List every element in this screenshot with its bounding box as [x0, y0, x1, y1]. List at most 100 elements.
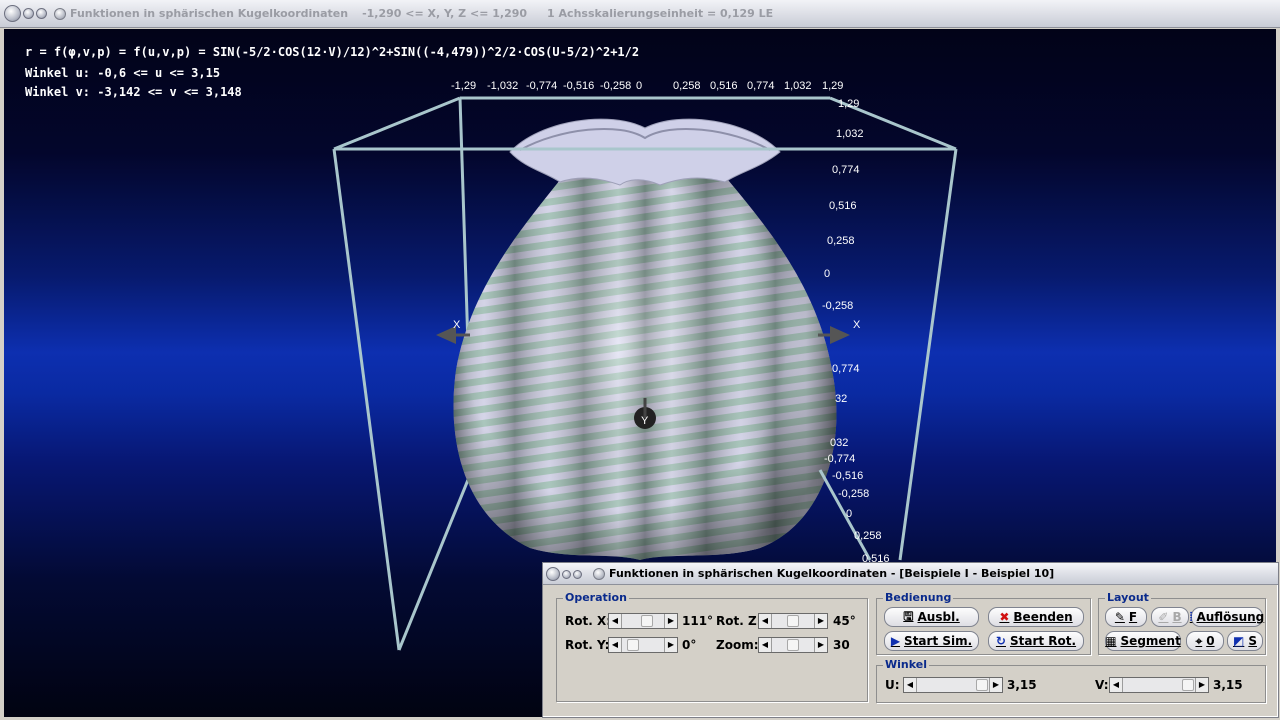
operation-group-title: Operation — [563, 591, 629, 604]
z-tick-label: 1,29 — [838, 98, 859, 110]
f-button[interactable]: ✎ F — [1105, 607, 1147, 627]
x-tick-label: -1,032 — [487, 80, 518, 92]
rot-y-left-arrow[interactable]: ◀ — [609, 638, 622, 652]
layout-group: Layout ✎ F ✐ B ⦙ Auflösung ▦ Segment ⌖ 0 ◩ S — [1098, 591, 1266, 655]
minimize-button[interactable] — [23, 8, 34, 19]
window-title-range: -1,290 <= X, Y, Z <= 1,290 — [362, 7, 528, 20]
eraser-icon: ◩ — [1233, 634, 1245, 648]
f-label: F — [1128, 610, 1138, 624]
zoom-thumb[interactable] — [787, 639, 799, 651]
b-button[interactable]: ✐ B — [1151, 607, 1189, 627]
zoom-slider[interactable]: ◀ ▶ — [758, 637, 828, 653]
start-rot-label: Start Rot. — [1009, 634, 1077, 648]
dialog-minimize-button[interactable] — [562, 570, 571, 579]
dialog-window-controls — [546, 567, 582, 581]
rot-x-right-arrow[interactable]: ▶ — [664, 614, 677, 628]
dialog-title: Funktionen in sphärischen Kugelkoordinat… — [609, 567, 1055, 580]
z-tick-label: 0,516 — [829, 200, 857, 212]
close-button[interactable] — [4, 5, 21, 22]
title-bar[interactable]: Funktionen in sphärischen Kugelkoordinat… — [0, 0, 1280, 28]
dialog-close-button[interactable] — [546, 567, 560, 581]
dialog-title-bar[interactable]: Funktionen in sphärischen Kugelkoordinat… — [543, 563, 1278, 585]
winkel-v-slider[interactable]: ◀ ▶ — [1109, 677, 1209, 693]
x-tick-label: -0,258 — [600, 80, 631, 92]
rot-x-value: 111° — [682, 614, 714, 628]
y-tick-label: 0,774 — [832, 363, 860, 375]
control-dialog: Funktionen in sphärischen Kugelkoordinat… — [542, 562, 1279, 718]
rot-z-thumb[interactable] — [787, 615, 799, 627]
aufloesung-label: Auflösung — [1196, 610, 1265, 624]
winkel-v-label: V: — [1095, 678, 1109, 692]
rot-y-value: 0° — [682, 638, 697, 652]
zero-button[interactable]: ⌖ 0 — [1186, 631, 1224, 651]
bedienung-group-title: Bedienung — [883, 591, 954, 604]
dialog-maximize-button[interactable] — [573, 570, 582, 579]
z-tick-label: 0,774 — [832, 164, 860, 176]
winkel-v-left-arrow[interactable]: ◀ — [1110, 678, 1123, 692]
rot-x-left-arrow[interactable]: ◀ — [609, 614, 622, 628]
crosshair-icon: ⌖ — [1195, 633, 1203, 648]
winkel-group: Winkel U: ◀ ▶ 3,15 V: ◀ ▶ 3,15 — [876, 658, 1266, 703]
layout-group-title: Layout — [1105, 591, 1151, 604]
x-tick-label: 1,032 — [784, 80, 812, 92]
vase-surface — [453, 118, 837, 560]
x-tick-label: 0 — [636, 80, 642, 92]
aufloesung-button[interactable]: ⦙ Auflösung — [1190, 607, 1265, 627]
dialog-icon — [593, 568, 605, 580]
zoom-left-arrow[interactable]: ◀ — [759, 638, 772, 652]
x-tick-label: -1,29 — [451, 80, 476, 92]
segment-button[interactable]: ▦ Segment — [1105, 631, 1181, 651]
beenden-label: Beenden — [1013, 610, 1073, 624]
rot-x-slider[interactable]: ◀ ▶ — [608, 613, 678, 629]
s-button[interactable]: ◩ S — [1227, 631, 1263, 651]
rot-z-slider[interactable]: ◀ ▶ — [758, 613, 828, 629]
exit-icon: ✖ — [999, 610, 1010, 624]
winkel-u-left-arrow[interactable]: ◀ — [904, 678, 917, 692]
segment-label: Segment — [1120, 634, 1181, 648]
winkel-u-right-arrow[interactable]: ▶ — [989, 678, 1002, 692]
x-axis-label-right: X — [853, 319, 861, 331]
winkel-v-thumb[interactable] — [1182, 679, 1194, 691]
window-controls — [4, 5, 47, 22]
rot-y-slider[interactable]: ◀ ▶ — [608, 637, 678, 653]
rot-z-left-arrow[interactable]: ◀ — [759, 614, 772, 628]
start-sim-button[interactable]: ▶ Start Sim. — [884, 631, 979, 651]
app-icon — [54, 8, 66, 20]
ausbl-label: Ausbl. — [917, 610, 960, 624]
winkel-u-thumb[interactable] — [976, 679, 988, 691]
winkel-v-value: 3,15 — [1213, 678, 1243, 692]
start-sim-label: Start Sim. — [904, 634, 973, 648]
rot-z-value: 45° — [833, 614, 856, 628]
rot-x-label: Rot. X: — [565, 614, 612, 628]
zero-label: 0 — [1206, 634, 1215, 648]
x-tick-label: 1,29 — [822, 80, 843, 92]
start-rot-button[interactable]: ↻ Start Rot. — [988, 631, 1084, 651]
z-tick-label: 1,032 — [836, 128, 864, 140]
s-label: S — [1248, 634, 1257, 648]
b-label: B — [1172, 610, 1182, 624]
y-tick-label: -0,774 — [824, 453, 855, 465]
winkel-v-right-arrow[interactable]: ▶ — [1195, 678, 1208, 692]
beenden-button[interactable]: ✖ Beenden — [988, 607, 1084, 627]
zoom-value: 30 — [833, 638, 850, 652]
rot-x-thumb[interactable] — [641, 615, 653, 627]
main-window: Funktionen in sphärischen Kugelkoordinat… — [0, 0, 1280, 720]
winkel-u-slider[interactable]: ◀ ▶ — [903, 677, 1003, 693]
rot-z-right-arrow[interactable]: ▶ — [814, 614, 827, 628]
rot-z-label: Rot. Z: — [716, 614, 762, 628]
grid-icon: ▦ — [1105, 634, 1117, 648]
bedienung-group: Bedienung 🖫 Ausbl. ✖ Beenden ▶ Start Sim. ↻… — [876, 591, 1091, 655]
y-tick-label: -0,258 — [838, 488, 869, 500]
x-tick-label: 0,774 — [747, 80, 775, 92]
rot-y-thumb[interactable] — [627, 639, 639, 651]
x-tick-label: -0,516 — [563, 80, 594, 92]
maximize-button[interactable] — [36, 8, 47, 19]
zoom-right-arrow[interactable]: ▶ — [814, 638, 827, 652]
pencil-icon: ✎ — [1114, 610, 1125, 624]
y-tick-label: 32 — [835, 393, 847, 405]
rot-y-label: Rot. Y: — [565, 638, 610, 652]
ausbl-button[interactable]: 🖫 Ausbl. — [884, 607, 979, 627]
x-tick-label: -0,774 — [526, 80, 557, 92]
rot-y-right-arrow[interactable]: ▶ — [664, 638, 677, 652]
window-title-scale: 1 Achsskalierungseinheit = 0,129 LE — [547, 7, 774, 20]
